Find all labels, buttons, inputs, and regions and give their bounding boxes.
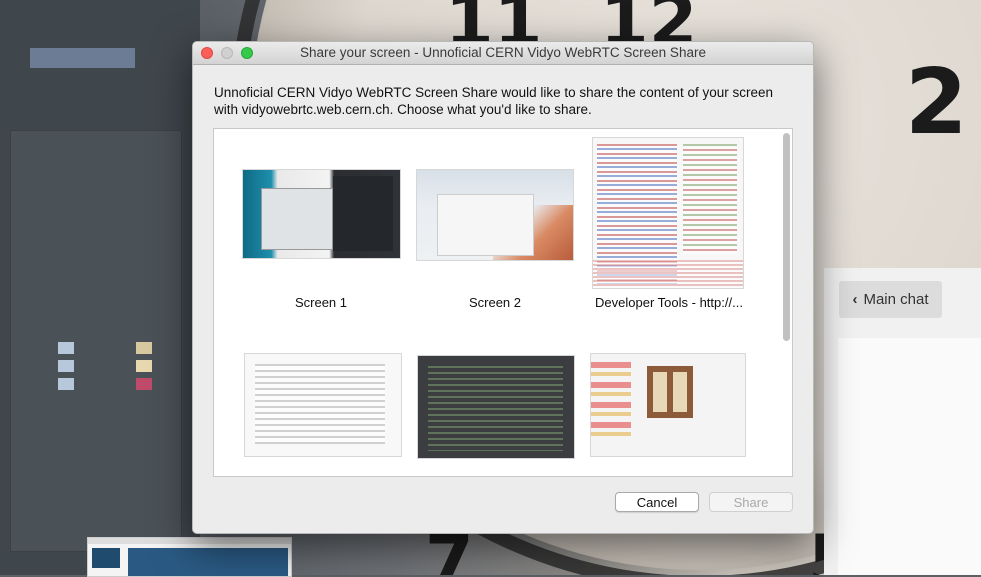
dialog-titlebar: Share your screen - Unnoficial CERN Vidy…	[193, 42, 813, 65]
chat-messages-area	[838, 338, 981, 575]
dialog-description: Unnoficial CERN Vidyo WebRTC Screen Shar…	[214, 85, 774, 117]
source-screen-1[interactable]: Screen 1	[242, 169, 412, 310]
chevron-left-icon: ‹	[852, 291, 858, 308]
window-preview	[590, 353, 746, 457]
wall-light	[136, 342, 152, 354]
source-label: Developer Tools - http://...	[595, 295, 743, 310]
share-button[interactable]: Share	[709, 492, 793, 512]
main-chat-button[interactable]: ‹ Main chat	[839, 281, 942, 318]
main-chat-label: Main chat	[863, 291, 929, 308]
wall-light	[136, 378, 152, 390]
wall-light	[136, 360, 152, 372]
wall-light	[58, 360, 74, 372]
window-preview	[417, 355, 575, 459]
dialog-title: Share your screen - Unnoficial CERN Vidy…	[300, 45, 706, 60]
window-preview	[244, 353, 402, 457]
wall-light	[58, 378, 74, 390]
wall-sign	[30, 48, 135, 68]
source-screen-2[interactable]: Screen 2	[416, 169, 586, 310]
source-list-scrollbar[interactable]	[781, 131, 791, 474]
self-view-thumbnail[interactable]	[87, 537, 292, 577]
source-window-developer-tools[interactable]: Developer Tools - http://...	[592, 137, 762, 310]
cancel-button[interactable]: Cancel	[615, 492, 699, 512]
source-window[interactable]	[244, 353, 414, 473]
source-window[interactable]	[417, 355, 587, 475]
wall	[0, 0, 200, 575]
source-label: Screen 1	[294, 295, 348, 310]
clock-numeral: 2	[905, 50, 968, 155]
source-window[interactable]	[590, 353, 760, 473]
share-screen-dialog: Share your screen - Unnoficial CERN Vidy…	[192, 41, 814, 534]
scrollbar-thumb[interactable]	[783, 133, 790, 341]
developer-tools-preview	[592, 137, 744, 289]
screen-1-preview	[242, 169, 401, 259]
source-list[interactable]: Screen 1 Screen 2 Developer Tools - http…	[213, 128, 793, 477]
source-label: Screen 2	[468, 295, 522, 310]
wall-panel	[10, 130, 182, 552]
wall-light	[58, 342, 74, 354]
screen-2-preview	[416, 169, 574, 261]
